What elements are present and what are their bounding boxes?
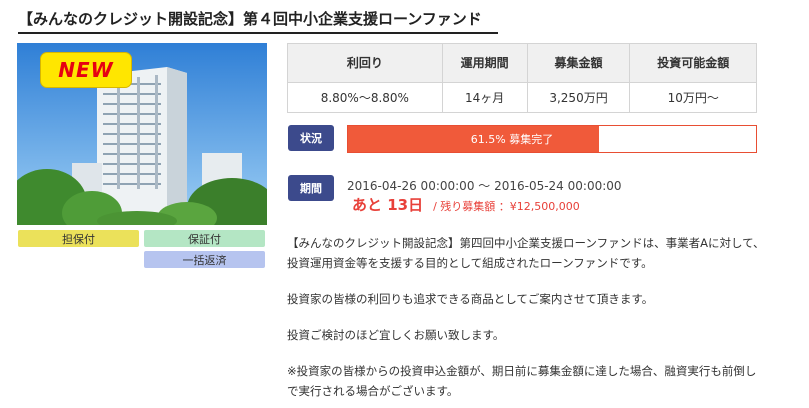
progress-text: 61.5% 募集完了 bbox=[470, 133, 554, 146]
header-term: 運用期間 bbox=[441, 43, 528, 83]
value-yield: 8.80%〜8.80% bbox=[287, 81, 443, 114]
value-term: 14ヶ月 bbox=[441, 81, 528, 114]
fund-title[interactable]: 【みんなのクレジット開設記念】第４回中小企業支援ローンファンド bbox=[18, 8, 498, 34]
period-range: 2016-04-26 00:00:00 〜 2016-05-24 00:00:0… bbox=[347, 179, 622, 193]
new-badge: NEW bbox=[40, 52, 132, 88]
status-label: 状況 bbox=[288, 125, 334, 151]
value-amount: 3,250万円 bbox=[526, 81, 631, 114]
remaining-info: あと 13日 / 残り募集額 ：¥12,500,000 bbox=[352, 194, 580, 215]
days-left: あと 13日 bbox=[352, 196, 424, 214]
header-min-investment: 投資可能金額 bbox=[629, 43, 757, 83]
funding-progress-bar: 61.5% 募集完了 bbox=[347, 125, 757, 153]
period-label: 期間 bbox=[288, 175, 334, 201]
fund-description: 【みんなのクレジット開設記念】第四回中小企業支援ローンファンドは、事業者Aに対し… bbox=[287, 233, 767, 408]
fund-photo: NEW bbox=[17, 43, 267, 225]
tag-secured: 担保付 bbox=[18, 230, 139, 247]
description-paragraph: 投資家の皆様の利回りも追求できる商品としてご案内させて頂きます。 bbox=[287, 292, 654, 306]
description-paragraph: 【みんなのクレジット開設記念】第四回中小企業支援ローンファンドは、事業者Aに対し… bbox=[287, 236, 765, 270]
description-paragraph: 投資ご検討のほど宜しくお願い致します。 bbox=[287, 328, 505, 342]
value-min-investment: 10万円〜 bbox=[629, 81, 757, 114]
tag-guaranteed: 保証付 bbox=[144, 230, 265, 247]
header-amount: 募集金額 bbox=[526, 43, 631, 83]
header-yield: 利回り bbox=[287, 43, 443, 83]
tag-bullet-repayment: 一括返済 bbox=[144, 251, 265, 268]
fund-summary-table: 利回り 運用期間 募集金額 投資可能金額 8.80%〜8.80% 14ヶ月 3,… bbox=[287, 43, 757, 114]
remaining-amount: / 残り募集額 ：¥12,500,000 bbox=[433, 200, 580, 213]
description-paragraph: ※投資家の皆様からの投資申込金額が、期日前に募集金額に達した場合、融資実行も前倒… bbox=[287, 364, 757, 398]
